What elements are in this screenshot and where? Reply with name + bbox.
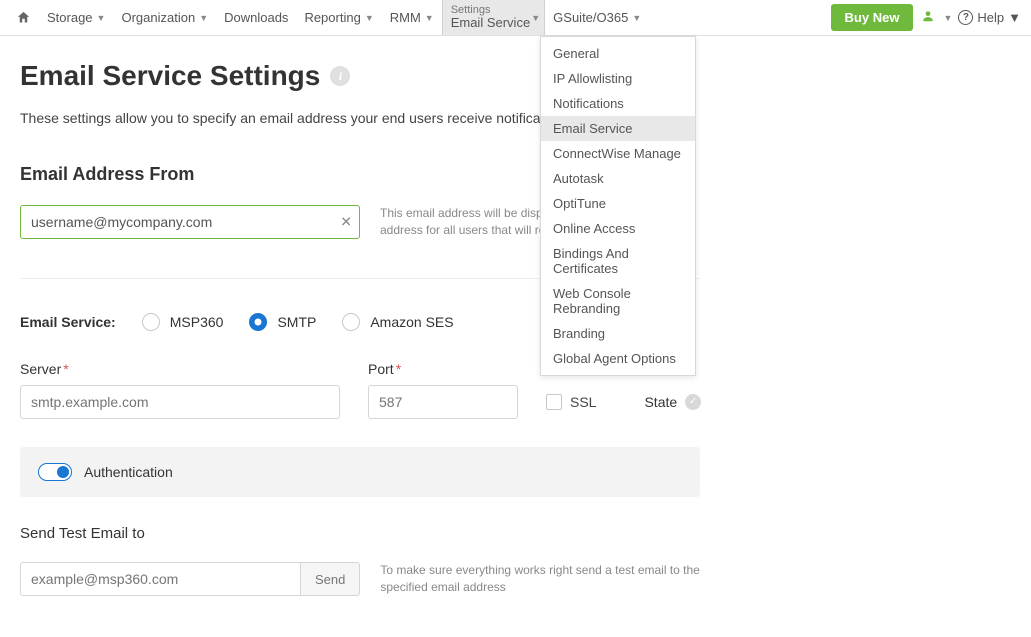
email-from-input[interactable] bbox=[20, 205, 360, 239]
buy-new-button[interactable]: Buy New bbox=[831, 4, 914, 31]
auth-label: Authentication bbox=[84, 464, 173, 480]
dropdown-item-email-service[interactable]: Email Service bbox=[541, 116, 695, 141]
caret-down-icon: ▼ bbox=[531, 13, 540, 23]
test-email-title: Send Test Email to bbox=[20, 525, 700, 542]
state-label: State bbox=[644, 394, 677, 410]
nav-gsuite-label: GSuite/O365 bbox=[553, 10, 628, 25]
send-test-button[interactable]: Send bbox=[300, 562, 360, 596]
caret-down-icon: ▼ bbox=[199, 13, 208, 23]
info-icon[interactable]: i bbox=[330, 66, 350, 86]
nav-rmm-label: RMM bbox=[390, 10, 421, 25]
nav-gsuite[interactable]: GSuite/O365 ▼ bbox=[545, 0, 649, 35]
radio-smtp[interactable]: SMTP bbox=[249, 313, 316, 331]
email-from-input-wrap: ✕ bbox=[20, 205, 360, 239]
ssl-checkbox[interactable] bbox=[546, 394, 562, 410]
dropdown-item-ip-allowlisting[interactable]: IP Allowlisting bbox=[541, 66, 695, 91]
home-icon[interactable] bbox=[8, 0, 39, 35]
auth-panel: Authentication bbox=[20, 447, 700, 497]
dropdown-item-optitune[interactable]: OptiTune bbox=[541, 191, 695, 216]
email-service-label: Email Service: bbox=[20, 314, 116, 330]
radio-ses[interactable]: Amazon SES bbox=[342, 313, 453, 331]
radio-msp360[interactable]: MSP360 bbox=[142, 313, 224, 331]
auth-toggle[interactable] bbox=[38, 463, 72, 481]
test-email-hint: To make sure everything works right send… bbox=[380, 562, 700, 597]
user-icon[interactable] bbox=[919, 9, 937, 26]
radio-icon bbox=[342, 313, 360, 331]
caret-down-icon: ▼ bbox=[97, 13, 106, 23]
top-nav: Storage ▼ Organization ▼ Downloads Reporti… bbox=[0, 0, 1031, 36]
dropdown-item-web-console-rebranding[interactable]: Web Console Rebranding bbox=[541, 281, 695, 321]
settings-dropdown: GeneralIP AllowlistingNotificationsEmail… bbox=[540, 36, 696, 376]
radio-icon bbox=[249, 313, 267, 331]
ssl-field: SSL bbox=[546, 385, 596, 419]
dropdown-item-notifications[interactable]: Notifications bbox=[541, 91, 695, 116]
port-label: Port* bbox=[368, 361, 518, 377]
radio-icon bbox=[142, 313, 160, 331]
test-email-input[interactable] bbox=[20, 562, 300, 596]
nav-left: Storage ▼ Organization ▼ Downloads Reporti… bbox=[8, 0, 649, 35]
radio-ses-label: Amazon SES bbox=[370, 314, 453, 330]
dropdown-item-general[interactable]: General bbox=[541, 41, 695, 66]
port-input[interactable] bbox=[368, 385, 518, 419]
caret-down-icon: ▼ bbox=[365, 13, 374, 23]
nav-organization-label: Organization bbox=[121, 10, 195, 25]
caret-down-icon[interactable]: ▼ bbox=[943, 13, 952, 23]
test-input-group: Send bbox=[20, 562, 360, 596]
nav-organization[interactable]: Organization ▼ bbox=[113, 0, 216, 35]
dropdown-item-autotask[interactable]: Autotask bbox=[541, 166, 695, 191]
server-field: Server* bbox=[20, 361, 340, 419]
nav-reporting[interactable]: Reporting ▼ bbox=[296, 0, 381, 35]
radio-smtp-label: SMTP bbox=[277, 314, 316, 330]
state-dot-icon: ✓ bbox=[685, 394, 701, 410]
nav-rmm[interactable]: RMM ▼ bbox=[382, 0, 442, 35]
nav-reporting-label: Reporting bbox=[304, 10, 360, 25]
nav-settings[interactable]: Settings Email Service ▼ bbox=[442, 0, 545, 35]
caret-down-icon: ▼ bbox=[1008, 10, 1021, 25]
ssl-label: SSL bbox=[570, 394, 596, 410]
test-email-row: Send To make sure everything works right… bbox=[20, 562, 700, 597]
dropdown-item-branding[interactable]: Branding bbox=[541, 321, 695, 346]
nav-settings-sub-label: Email Service bbox=[451, 16, 530, 30]
radio-msp360-label: MSP360 bbox=[170, 314, 224, 330]
server-label: Server* bbox=[20, 361, 340, 377]
nav-storage[interactable]: Storage ▼ bbox=[39, 0, 113, 35]
nav-storage-label: Storage bbox=[47, 10, 93, 25]
toggle-knob bbox=[57, 466, 69, 478]
port-field: Port* bbox=[368, 361, 518, 419]
nav-downloads[interactable]: Downloads bbox=[216, 0, 296, 35]
dropdown-item-online-access[interactable]: Online Access bbox=[541, 216, 695, 241]
dropdown-item-bindings-and-certificates[interactable]: Bindings And Certificates bbox=[541, 241, 695, 281]
nav-downloads-label: Downloads bbox=[224, 10, 288, 25]
state-field: State ✓ bbox=[644, 385, 701, 419]
caret-down-icon: ▼ bbox=[425, 13, 434, 23]
dropdown-item-connectwise-manage[interactable]: ConnectWise Manage bbox=[541, 141, 695, 166]
help-link[interactable]: ? Help ▼ bbox=[958, 10, 1021, 25]
dropdown-item-global-agent-options[interactable]: Global Agent Options bbox=[541, 346, 695, 371]
server-input[interactable] bbox=[20, 385, 340, 419]
help-icon: ? bbox=[958, 10, 973, 25]
help-label: Help bbox=[977, 10, 1004, 25]
caret-down-icon: ▼ bbox=[632, 13, 641, 23]
nav-right: Buy New ▼ ? Help ▼ bbox=[831, 0, 1031, 35]
clear-icon[interactable]: ✕ bbox=[340, 214, 352, 231]
page-title: Email Service Settings bbox=[20, 60, 320, 92]
